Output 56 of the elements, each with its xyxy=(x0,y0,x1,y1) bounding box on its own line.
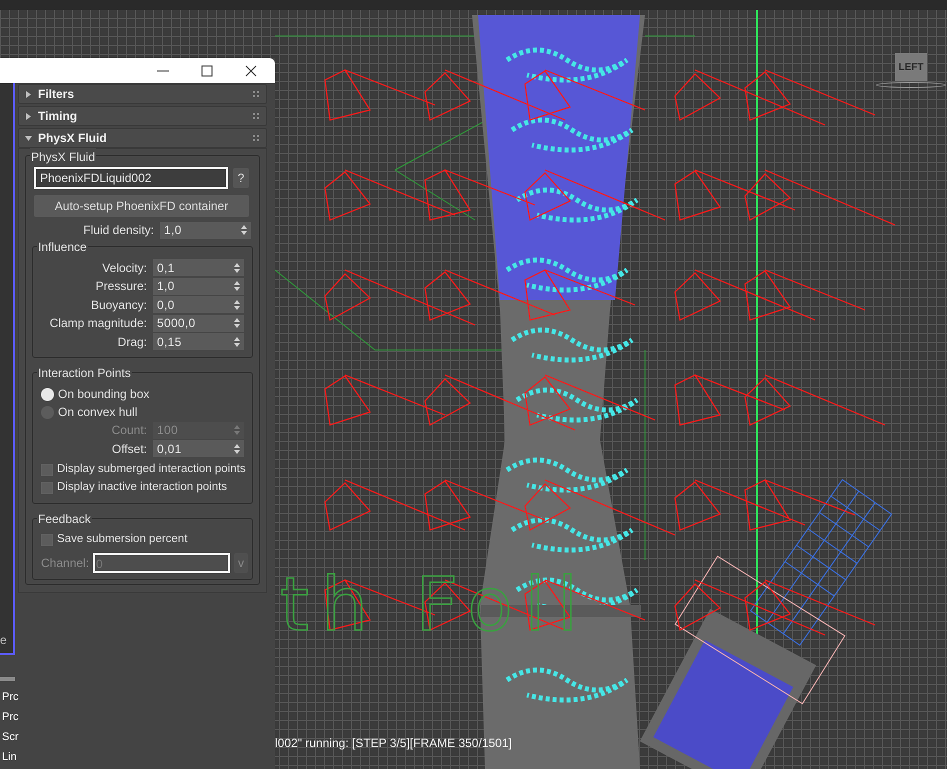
up-down-arrows-icon xyxy=(234,425,240,436)
status-text: l002" running: [STEP 3/5][FRAME 350/1501] xyxy=(275,735,512,752)
rollout-header[interactable]: Filters xyxy=(18,84,267,104)
field-label: Velocity: xyxy=(102,260,147,277)
checkbox[interactable] xyxy=(41,534,53,546)
up-down-arrows-icon xyxy=(234,444,240,454)
checkbox-label: Display inactive interaction points xyxy=(57,480,228,496)
rollout-header[interactable]: PhysX Fluid xyxy=(18,128,267,148)
view-cube-label: LEFT xyxy=(898,60,924,74)
field-label: Pressure: xyxy=(96,278,147,296)
field-label: Offset: xyxy=(112,440,147,458)
number-spinner[interactable]: 0,01 xyxy=(153,440,244,458)
number-spinner[interactable]: 0,1 xyxy=(153,259,244,276)
checkbox-label: Save submersion percent xyxy=(57,532,188,548)
drag-grip-icon[interactable] xyxy=(253,90,260,98)
up-down-arrows-icon xyxy=(234,318,240,328)
up-down-arrows-icon xyxy=(234,281,240,292)
field-label: Buoyancy: xyxy=(90,296,147,314)
radio-button[interactable] xyxy=(41,388,54,400)
auto-setup-button[interactable]: Auto-setup PhoenixFD container xyxy=(34,195,249,217)
rollout-title: Filters xyxy=(38,86,76,103)
list-item[interactable]: Lin xyxy=(0,749,18,769)
number-spinner[interactable]: 1,0 xyxy=(153,278,244,295)
field-label: Count: xyxy=(112,422,147,440)
field-label: Clamp magnitude: xyxy=(50,315,147,332)
up-down-arrows-icon xyxy=(234,336,240,347)
scroll-handle[interactable] xyxy=(0,677,15,681)
number-spinner[interactable]: 1,0 xyxy=(160,222,251,239)
field-label: Channel: xyxy=(41,555,90,572)
checkbox[interactable] xyxy=(41,464,53,476)
field-label: Drag: xyxy=(118,334,147,351)
help-button[interactable]: ? xyxy=(233,168,249,188)
drag-grip-icon[interactable] xyxy=(253,134,260,142)
rollout-header[interactable]: Timing xyxy=(18,106,267,126)
list-item[interactable]: Scr xyxy=(0,729,18,749)
group-title: PhysX Fluid xyxy=(30,148,96,166)
number-spinner[interactable]: 5000,0 xyxy=(153,314,244,332)
drag-grip-icon[interactable] xyxy=(253,112,260,120)
rollout-title: Timing xyxy=(38,108,78,125)
radio-label: On convex hull xyxy=(58,404,138,421)
up-down-arrows-icon xyxy=(234,262,240,273)
up-down-arrows-icon xyxy=(241,225,247,236)
list-item[interactable]: Prc xyxy=(0,709,18,729)
view-cube[interactable]: LEFT xyxy=(895,53,927,81)
list-item[interactable]: Prc xyxy=(0,689,18,709)
radio-label: On bounding box xyxy=(58,386,150,403)
checkbox[interactable] xyxy=(41,482,53,494)
side-panel-text: e xyxy=(0,632,7,649)
up-down-arrows-icon xyxy=(234,300,240,310)
node-name-field[interactable]: PhoenixFDLiquid002 xyxy=(34,167,228,189)
view-cube-ring xyxy=(876,82,946,88)
number-spinner[interactable]: 0,15 xyxy=(153,333,244,350)
field-label: Fluid density: xyxy=(83,222,154,240)
number-spinner[interactable]: 0,0 xyxy=(153,296,244,314)
checkbox-label: Display submerged interaction points xyxy=(57,462,246,478)
rollout-title: PhysX Fluid xyxy=(38,130,108,147)
